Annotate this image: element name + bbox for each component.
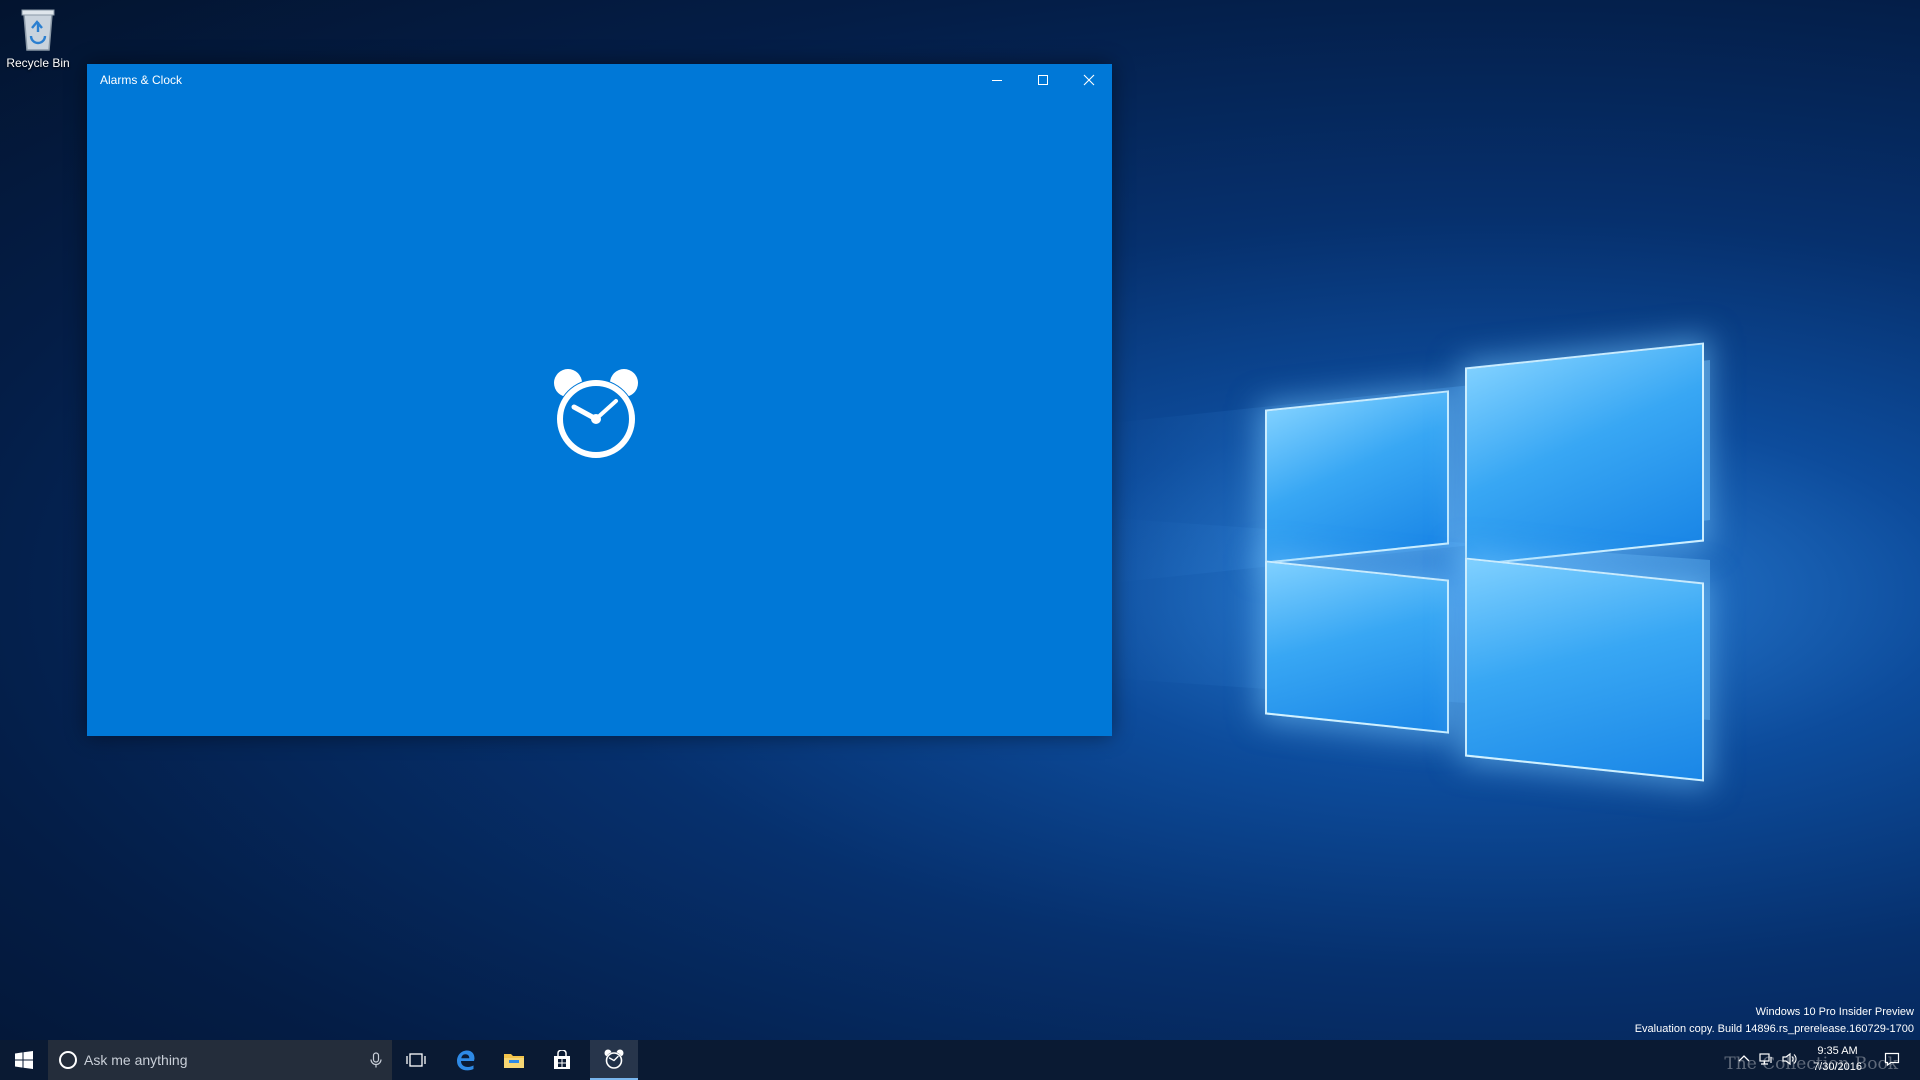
store-button[interactable] [538,1040,586,1080]
search-placeholder: Ask me anything [84,1052,188,1068]
file-explorer-button[interactable] [490,1040,538,1080]
maximize-button[interactable] [1020,64,1066,96]
wallpaper-windows-logo [1260,340,1710,790]
recycle-bin[interactable]: Recycle Bin [4,6,72,70]
store-icon [554,1050,570,1069]
system-tray: 9:35 AM 7/30/2016 The Collection Book [1720,1040,1920,1080]
recycle-bin-icon [18,6,58,52]
alarms-clock-taskbar-button[interactable] [590,1040,638,1080]
close-icon [1083,74,1095,86]
taskbar: Ask me anything 9:35 AM 7/30/2016 The Co… [0,1040,1920,1080]
edge-icon [457,1050,475,1071]
close-button[interactable] [1066,64,1112,96]
alarms-clock-window: Alarms & Clock [87,64,1112,736]
microphone-icon[interactable] [370,1052,382,1068]
start-button[interactable] [0,1040,48,1080]
cortana-icon [59,1051,77,1069]
build-watermark: Windows 10 Pro Insider Preview Evaluatio… [1635,1004,1914,1038]
minimize-icon [992,80,1002,81]
watermark-edition: Windows 10 Pro Insider Preview [1755,1006,1914,1018]
alarm-clock-icon [550,365,642,461]
recycle-bin-label: Recycle Bin [6,56,70,70]
cortana-search-box[interactable]: Ask me anything [48,1040,392,1080]
caption-buttons [974,64,1112,96]
title-bar[interactable]: Alarms & Clock [87,64,1112,96]
windows-logo-icon [15,1051,33,1069]
corner-watermark: The Collection Book [1724,1054,1898,1074]
minimize-button[interactable] [974,64,1020,96]
task-view-button[interactable] [392,1040,440,1080]
maximize-icon [1038,75,1048,85]
task-view-icon [406,1053,426,1067]
alarms-clock-icon [604,1049,624,1069]
window-title: Alarms & Clock [100,73,183,87]
file-explorer-icon [504,1054,524,1068]
edge-button[interactable] [442,1040,490,1080]
watermark-build: Evaluation copy. Build 14896.rs_prerelea… [1634,1023,1914,1035]
